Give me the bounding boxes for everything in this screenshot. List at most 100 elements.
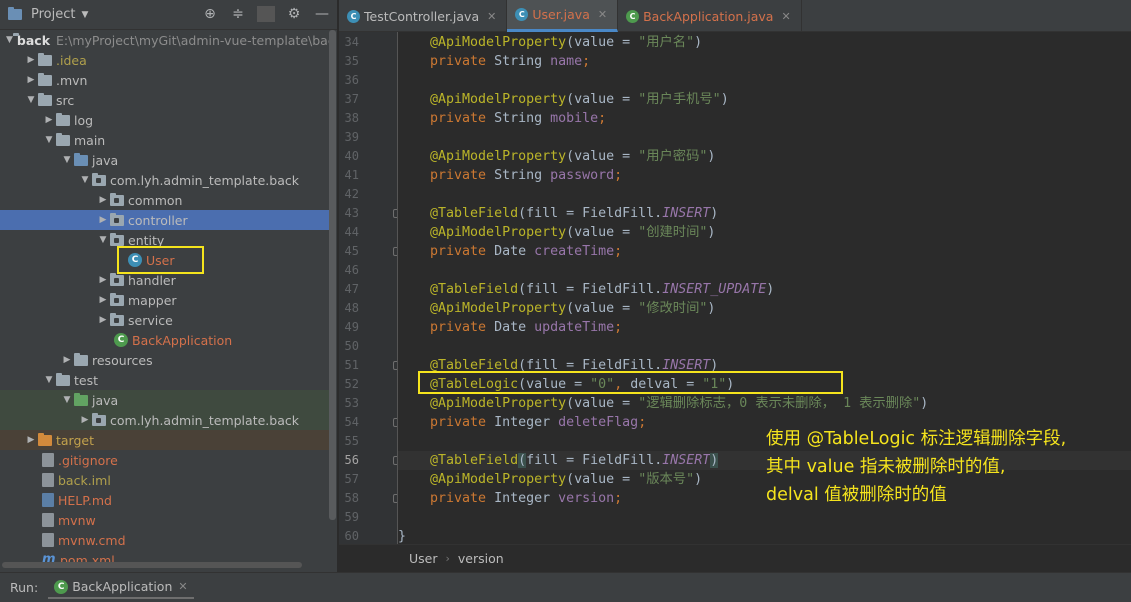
code-token: Integer: [494, 491, 559, 506]
chevron-right-icon[interactable]: ▶: [78, 415, 92, 425]
project-title[interactable]: Project: [31, 7, 75, 22]
breadcrumb-item-field[interactable]: version: [458, 551, 504, 566]
code-token: String: [494, 168, 551, 183]
chevron-right-icon[interactable]: ▶: [42, 115, 56, 125]
tab-testcontroller[interactable]: C TestController.java ✕: [339, 0, 508, 32]
code-line[interactable]: [398, 128, 1131, 147]
chevron-right-icon[interactable]: ▶: [24, 435, 38, 445]
tree-item-test[interactable]: ▼ test: [0, 370, 330, 390]
tree-item-mvnw-cmd[interactable]: mvnw.cmd: [0, 530, 330, 550]
code-line[interactable]: [398, 185, 1131, 204]
tree-item-mapper[interactable]: ▶ mapper: [0, 290, 330, 310]
code-line[interactable]: private String name;: [398, 52, 1131, 71]
code-token: ): [920, 396, 929, 411]
code-line[interactable]: }: [398, 527, 1131, 544]
tree-item-main[interactable]: ▼ main: [0, 130, 330, 150]
tree-item-controller[interactable]: ▶ controller: [0, 210, 330, 230]
code-line[interactable]: @ApiModelProperty(value = "用户密码"): [398, 147, 1131, 166]
chevron-down-icon[interactable]: ▼: [81, 10, 88, 20]
spring-boot-icon: C: [54, 579, 69, 594]
chevron-right-icon[interactable]: ▶: [24, 55, 38, 65]
chevron-right-icon[interactable]: ▶: [96, 295, 110, 305]
gear-icon[interactable]: ⚙: [285, 6, 303, 22]
line-number: 60: [344, 529, 359, 543]
tree-item-back-iml[interactable]: back.iml: [0, 470, 330, 490]
chevron-right-icon[interactable]: ▶: [96, 275, 110, 285]
code-line[interactable]: @ApiModelProperty(value = "逻辑删除标志，0 表示未删…: [398, 394, 1131, 413]
close-icon[interactable]: ✕: [598, 8, 607, 21]
tree-item-label: back.iml: [58, 472, 111, 488]
close-icon[interactable]: ✕: [781, 10, 790, 23]
chevron-down-icon[interactable]: ▼: [6, 35, 13, 45]
tab-user[interactable]: C User.java ✕: [507, 0, 619, 32]
code-line[interactable]: @TableField(fill = FieldFill.INSERT_UPDA…: [398, 280, 1131, 299]
code-token: (value =: [566, 472, 639, 487]
run-tab-backapplication[interactable]: C BackApplication ✕: [48, 577, 194, 599]
tree-item-target[interactable]: ▶ target: [0, 430, 330, 450]
resources-folder-icon: [74, 352, 88, 366]
code-token: }: [398, 529, 407, 544]
locate-icon[interactable]: ⊕: [201, 6, 219, 22]
tree-item-log[interactable]: ▶ log: [0, 110, 330, 130]
chevron-down-icon[interactable]: ▼: [60, 395, 74, 405]
chevron-down-icon[interactable]: ▼: [60, 155, 74, 165]
breadcrumb-item-class[interactable]: User: [409, 551, 438, 566]
line-number: 48: [344, 301, 359, 315]
chevron-right-icon[interactable]: ▶: [24, 75, 38, 85]
tree-item-test-java[interactable]: ▼ java: [0, 390, 330, 410]
code-token: deleteFlag: [558, 415, 639, 430]
tree-item-common[interactable]: ▶ common: [0, 190, 330, 210]
tree-item-idea[interactable]: ▶ .idea: [0, 50, 330, 70]
code-line[interactable]: @TableField(fill = FieldFill.INSERT): [398, 204, 1131, 223]
chevron-right-icon[interactable]: ▶: [96, 215, 110, 225]
tree-item-label: mvnw.cmd: [58, 532, 126, 548]
code-line[interactable]: @ApiModelProperty(value = "修改时间"): [398, 299, 1131, 318]
chevron-down-icon[interactable]: ▼: [96, 235, 110, 245]
tablelogic-highlight-box: [418, 371, 843, 394]
code-line[interactable]: private Date updateTime;: [398, 318, 1131, 337]
collapse-all-icon[interactable]: ≑: [229, 6, 247, 22]
tree-item-pom-xml[interactable]: m pom.xml: [0, 550, 330, 563]
code-line[interactable]: [398, 508, 1131, 527]
tree-item-service[interactable]: ▶ service: [0, 310, 330, 330]
code-line[interactable]: [398, 71, 1131, 90]
chevron-down-icon[interactable]: ▼: [24, 95, 38, 105]
tree-item-backapplication[interactable]: C BackApplication: [0, 330, 330, 350]
code-line[interactable]: @ApiModelProperty(value = "创建时间"): [398, 223, 1131, 242]
chevron-down-icon[interactable]: ▼: [42, 375, 56, 385]
tree-item-resources[interactable]: ▶ resources: [0, 350, 330, 370]
chevron-right-icon[interactable]: ▶: [96, 315, 110, 325]
chevron-down-icon[interactable]: ▼: [78, 175, 92, 185]
code-token: ): [707, 301, 716, 316]
code-line[interactable]: private String password;: [398, 166, 1131, 185]
code-line[interactable]: @ApiModelProperty(value = "用户名"): [398, 33, 1131, 52]
code-line[interactable]: private String mobile;: [398, 109, 1131, 128]
code-line[interactable]: @ApiModelProperty(value = "用户手机号"): [398, 90, 1131, 109]
code-line[interactable]: [398, 337, 1131, 356]
chevron-down-icon[interactable]: ▼: [42, 135, 56, 145]
tree-item-mvnw[interactable]: mvnw: [0, 510, 330, 530]
tab-backapplication[interactable]: C BackApplication.java ✕: [618, 0, 802, 32]
chevron-right-icon[interactable]: ▶: [60, 355, 74, 365]
tree-vertical-scrollbar[interactable]: [329, 30, 336, 520]
tree-item-src[interactable]: ▼ src: [0, 90, 330, 110]
tree-item-mvn[interactable]: ▶ .mvn: [0, 70, 330, 90]
code-line[interactable]: private Date createTime;: [398, 242, 1131, 261]
tree-item-java[interactable]: ▼ java: [0, 150, 330, 170]
tree-item-help-md[interactable]: HELP.md: [0, 490, 330, 510]
tree-item-package[interactable]: ▼ com.lyh.admin_template.back: [0, 170, 330, 190]
tree-item-test-package[interactable]: ▶ com.lyh.admin_template.back: [0, 410, 330, 430]
minimize-icon[interactable]: —: [313, 6, 331, 22]
code-token: @ApiModelProperty: [398, 301, 567, 316]
tree-item-back[interactable]: ▼ back E:\myProject\myGit\admin-vue-temp…: [0, 30, 330, 50]
close-icon[interactable]: ✕: [178, 580, 187, 593]
file-icon: [42, 453, 54, 467]
tree-horizontal-scrollbar[interactable]: [2, 562, 302, 568]
folder-icon: [38, 92, 52, 106]
tree-item-gitignore[interactable]: .gitignore: [0, 450, 330, 470]
code-token: private: [398, 320, 495, 335]
close-icon[interactable]: ✕: [487, 10, 496, 23]
explanation-note: 使用 @TableLogic 标注逻辑删除字段, 其中 value 指未被删除时…: [766, 425, 1128, 509]
code-line[interactable]: [398, 261, 1131, 280]
chevron-right-icon[interactable]: ▶: [96, 195, 110, 205]
